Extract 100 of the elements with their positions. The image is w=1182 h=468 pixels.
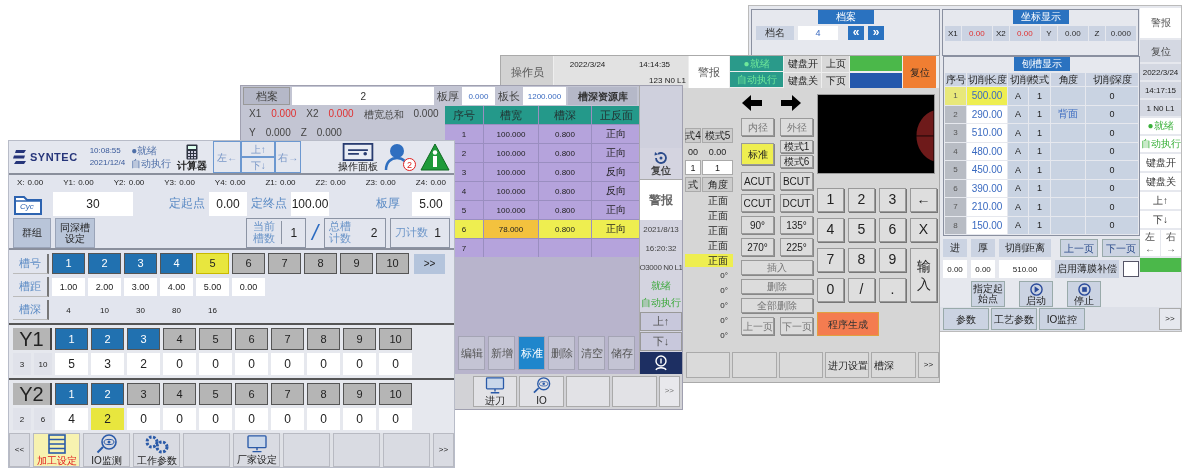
keyboard-off-button[interactable]: 键盘关 xyxy=(784,72,821,88)
down-button[interactable]: 下↓ xyxy=(640,332,682,351)
slot-button[interactable]: 7 xyxy=(268,253,301,274)
blank-nav-button[interactable] xyxy=(183,433,230,467)
slot-button[interactable]: 6 xyxy=(232,253,265,274)
slot-button[interactable]: 5 xyxy=(199,383,232,405)
previous-page-button[interactable]: << xyxy=(9,433,30,467)
slot-button[interactable]: 9 xyxy=(343,328,376,350)
blank-nav-button[interactable] xyxy=(333,433,380,467)
right-button[interactable]: 右→ xyxy=(1161,230,1181,256)
keyboard-off-button[interactable]: 键盘关 xyxy=(1140,173,1181,190)
blank-nav-button[interactable] xyxy=(383,433,430,467)
blank-nav-button[interactable] xyxy=(778,352,824,378)
slot-button[interactable]: 1 xyxy=(55,328,88,350)
keypad-key[interactable]: 1 xyxy=(817,188,844,212)
slot-button[interactable]: 10 xyxy=(379,328,412,350)
slot-button[interactable]: 5 xyxy=(196,253,229,274)
up-button[interactable]: 上↑ xyxy=(1140,192,1181,209)
nav-button[interactable]: 加工设定 xyxy=(33,433,80,467)
page-up-button[interactable]: 上页 xyxy=(822,56,849,72)
same-depth-button[interactable]: 同深槽设定 xyxy=(55,217,95,248)
slot-button[interactable]: 1 xyxy=(52,253,85,274)
panel-button[interactable]: 操作面板 xyxy=(338,142,378,172)
mode-button[interactable]: 模式1 xyxy=(780,140,813,153)
mode-tab[interactable]: 模式5 xyxy=(702,128,733,143)
cut-button[interactable]: 135° xyxy=(780,216,813,234)
radius-button[interactable]: 外径 xyxy=(780,118,813,136)
blank-nav-button[interactable] xyxy=(283,433,330,467)
slot-button[interactable]: 9 xyxy=(343,383,376,405)
keypad-key[interactable]: ← xyxy=(910,188,937,212)
mode-button[interactable]: 模式6 xyxy=(780,155,813,168)
slot-button[interactable]: 7 xyxy=(271,383,304,405)
mode-button[interactable]: 标准 xyxy=(741,143,774,165)
previous-file-button[interactable]: « xyxy=(848,26,864,40)
slot-button[interactable]: 8 xyxy=(304,253,337,274)
file-field[interactable]: 2 xyxy=(292,87,435,105)
cut-button[interactable]: 225° xyxy=(780,238,813,256)
enter-key[interactable]: 输入 xyxy=(910,248,937,302)
nav-button[interactable]: 厂家设定 xyxy=(233,433,280,467)
cut-button[interactable]: BCUT xyxy=(780,172,813,190)
value-field[interactable]: 100.00 xyxy=(291,191,329,216)
keyboard-on-button[interactable]: 键盘开 xyxy=(784,56,821,72)
slot-button[interactable]: 5 xyxy=(199,328,232,350)
keypad-key[interactable]: 7 xyxy=(817,248,844,272)
keypad-key[interactable]: 6 xyxy=(879,218,906,242)
nav-button[interactable]: 参数 xyxy=(943,308,989,330)
slot-button[interactable]: 4 xyxy=(163,383,196,405)
pitch-field[interactable]: 4.00 xyxy=(160,278,193,296)
keypad-key[interactable]: . xyxy=(879,278,906,302)
slot-button[interactable]: 9 xyxy=(340,253,373,274)
next-file-button[interactable]: » xyxy=(868,26,884,40)
keypad-key[interactable]: 2 xyxy=(848,188,875,212)
pitch-field[interactable]: 5.00 xyxy=(196,278,229,296)
slot-button[interactable]: 3 xyxy=(127,328,160,350)
count-field[interactable]: 1 xyxy=(685,160,701,175)
blank-nav-button[interactable] xyxy=(732,352,777,378)
slot-button[interactable]: 3 xyxy=(124,253,157,274)
slot-button[interactable]: 2 xyxy=(91,383,124,405)
slot-button[interactable]: 8 xyxy=(307,383,340,405)
cut-button[interactable]: DCUT xyxy=(780,194,813,212)
keyboard-on-button[interactable]: 键盘开 xyxy=(1140,154,1181,171)
keypad-key[interactable]: 8 xyxy=(848,248,875,272)
edit-button[interactable]: 插入 xyxy=(741,260,813,275)
slot-button[interactable]: 7 xyxy=(271,328,304,350)
keypad-key[interactable]: 5 xyxy=(848,218,875,242)
nav-button[interactable]: 工艺参数 xyxy=(991,308,1037,330)
tool-button[interactable]: 编辑 xyxy=(458,336,485,370)
value-field[interactable]: 0.00 xyxy=(209,191,247,216)
tool-button[interactable]: 新增 xyxy=(488,336,515,370)
reset-button[interactable]: 复位 xyxy=(903,56,936,88)
slot-button[interactable]: 10 xyxy=(379,383,412,405)
cut-button[interactable]: 90° xyxy=(741,216,774,234)
radius-button[interactable]: 内径 xyxy=(741,118,774,136)
nav-button[interactable]: 工作参数 xyxy=(133,433,180,467)
slot-button[interactable]: 8 xyxy=(307,328,340,350)
action-button[interactable]: 启动 xyxy=(1019,281,1053,307)
keypad-key[interactable]: 4 xyxy=(817,218,844,242)
file-number-field[interactable]: 30 xyxy=(53,191,133,216)
keypad-key[interactable]: 3 xyxy=(879,188,906,212)
pitch-field[interactable]: 2.00 xyxy=(88,278,121,296)
slot-button[interactable]: 3 xyxy=(127,383,160,405)
thickness-field[interactable]: 0.000 xyxy=(461,87,496,105)
cut-button[interactable]: ACUT xyxy=(741,172,774,190)
keypad-key[interactable]: 9 xyxy=(879,248,906,272)
down-button[interactable]: 下↓ xyxy=(1140,211,1181,228)
cut-button[interactable]: 270° xyxy=(741,238,774,256)
reset-button[interactable]: 复位 xyxy=(1140,40,1181,62)
tool-button[interactable]: 清空 xyxy=(578,336,605,370)
slot-button[interactable]: 6 xyxy=(235,383,268,405)
group-button[interactable]: 群组 xyxy=(13,217,51,248)
nav-button[interactable]: IO监测 xyxy=(83,433,130,467)
tool-button[interactable]: 储存 xyxy=(608,336,635,370)
nav-button[interactable]: IO xyxy=(519,376,564,407)
nav-button[interactable]: 进刀 xyxy=(473,376,518,407)
tool-button[interactable]: 删除 xyxy=(548,336,575,370)
param-field[interactable]: 0.00 xyxy=(943,260,967,278)
next-page-button[interactable]: >> xyxy=(917,352,939,378)
slot-button[interactable]: 6 xyxy=(235,328,268,350)
cut-button[interactable]: CCUT xyxy=(741,194,774,212)
action-button[interactable]: 停止 xyxy=(1067,281,1101,307)
